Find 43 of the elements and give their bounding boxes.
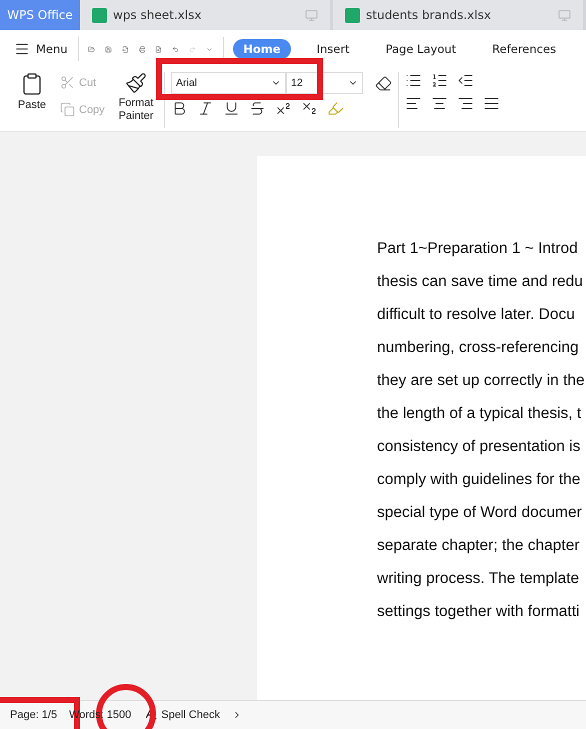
menu-button[interactable]: Menu [14, 41, 68, 57]
document-text-line: they are set up correctly in the [377, 372, 586, 391]
spell-check-icon [143, 708, 158, 722]
monitor-icon [558, 8, 571, 22]
indent-icon[interactable] [457, 72, 474, 89]
align-left-icon[interactable] [405, 95, 422, 112]
spell-check-button[interactable]: Spell Check [143, 705, 220, 725]
format-painter-button[interactable]: Format Painter [114, 72, 158, 123]
align-center-icon[interactable] [431, 95, 448, 112]
font-name-field[interactable]: Arial [171, 72, 286, 94]
paste-button[interactable]: Paste [10, 72, 54, 112]
document-text-line: thesis can save time and redu [377, 273, 584, 292]
document-text-line: separate chapter; the chapter [377, 537, 580, 556]
strikethrough-icon[interactable] [249, 100, 266, 117]
document-text-line: numbering, cross-referencing [377, 339, 580, 358]
document-text-line: writing process. The template [377, 570, 580, 589]
document-text-line: difficult to resolve later. Docu [377, 306, 576, 325]
document-text-line: settings together with formatti [377, 603, 580, 622]
eraser-icon[interactable] [375, 74, 392, 92]
menu-icon [14, 41, 30, 57]
ribbon-tab[interactable]: Page Layout [376, 39, 466, 59]
paintbrush-icon [125, 72, 147, 94]
superscript-icon[interactable] [275, 100, 292, 117]
copy-icon [60, 102, 75, 117]
spreadsheet-icon [92, 8, 107, 22]
document-text-line: comply with guidelines for the [377, 471, 582, 490]
document-text-line: consistency of presentation is [377, 438, 582, 457]
font-size-field[interactable]: 12 [286, 72, 363, 94]
align-right-icon[interactable] [457, 95, 474, 112]
spreadsheet-icon [345, 8, 360, 22]
subscript-icon[interactable] [301, 100, 318, 117]
document-text-line: Part 1~Preparation 1 ~ Introd [377, 240, 579, 259]
ribbon-tab[interactable]: Insert [306, 39, 360, 59]
numbered-list-icon[interactable] [431, 72, 448, 89]
underline-icon[interactable] [223, 100, 240, 117]
document-text-line: special type of Word documer [377, 504, 583, 523]
justify-icon[interactable] [483, 95, 500, 112]
ribbon-tab[interactable]: References [482, 39, 566, 59]
monitor-icon [305, 8, 318, 22]
scissors-icon [60, 75, 75, 90]
page-count[interactable]: Page: 1/5 [10, 709, 58, 721]
document-text-line: the length of a typical thesis, t [377, 405, 582, 424]
italic-icon[interactable] [197, 100, 214, 117]
